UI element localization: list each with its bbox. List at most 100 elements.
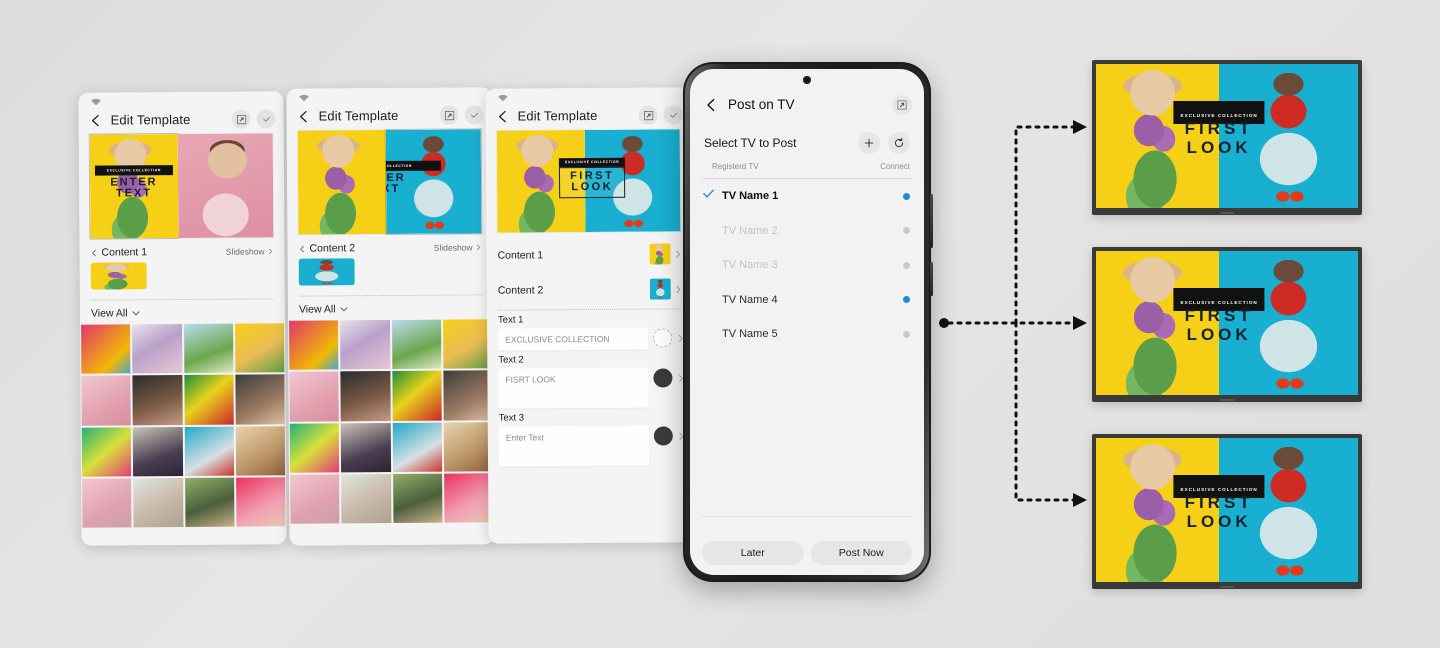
gallery-item[interactable]	[184, 477, 235, 527]
selected-thumbnail[interactable]	[298, 258, 355, 286]
color-swatch-3[interactable]	[653, 426, 673, 446]
gallery-item[interactable]	[183, 374, 234, 425]
gallery-item[interactable]	[234, 323, 285, 373]
selected-thumbnail[interactable]	[90, 262, 147, 290]
view-all-toggle[interactable]: View All	[80, 299, 285, 324]
preview-slot-right[interactable]: EXCLUSIVE COLLECTION ENTER TEXT	[385, 129, 482, 235]
gallery-item[interactable]	[391, 319, 442, 370]
select-tv-section-header: Select TV to Post	[690, 112, 924, 154]
plus-icon[interactable]	[858, 132, 880, 154]
expand-icon[interactable]	[892, 95, 912, 115]
tv-list-item-1[interactable]: TV Name 1	[690, 179, 924, 214]
tv-list-item-2[interactable]: TV Name 2	[690, 214, 924, 249]
gallery-item[interactable]	[391, 370, 442, 421]
gallery-grid[interactable]	[288, 319, 494, 524]
tv-list-item-4[interactable]: TV Name 4	[690, 283, 924, 318]
gallery-item[interactable]	[235, 425, 286, 476]
tv-headline: FIRST LOOK	[1184, 492, 1254, 531]
chevron-left-icon[interactable]	[297, 109, 311, 123]
chevron-left-icon[interactable]	[496, 109, 510, 123]
gallery-item[interactable]	[184, 426, 234, 476]
gallery-item[interactable]	[133, 426, 183, 477]
column-registered-tv: Registerd TV	[712, 162, 759, 171]
color-swatch-1[interactable]	[653, 328, 673, 348]
template-preview[interactable]: EXCLUSIVE COLLECTION ENTER TEXT	[88, 132, 275, 240]
template-preview[interactable]: EXCLUSIVE COLLECTION FIRST LOOK	[495, 128, 682, 234]
gallery-item[interactable]	[341, 473, 391, 524]
gallery-item[interactable]	[443, 370, 493, 421]
gallery-item[interactable]	[82, 478, 132, 528]
front-camera	[803, 76, 811, 84]
preview-slot-left[interactable]	[297, 130, 387, 235]
preview-slot-right[interactable]	[177, 133, 274, 239]
chevron-right-icon	[676, 250, 680, 258]
gallery-item[interactable]	[81, 426, 132, 477]
text-input-3[interactable]: Enter Text	[498, 425, 650, 467]
gallery-item[interactable]	[235, 477, 286, 527]
check-icon[interactable]	[464, 105, 484, 125]
chevron-left-icon[interactable]	[89, 113, 103, 127]
text-field-row[interactable]: EXCLUSIVE COLLECTION	[487, 327, 692, 351]
expand-icon[interactable]	[439, 105, 459, 125]
app-card-edit-template-1[interactable]: Edit Template EXCLUSIVE COLLECTION ENTER	[78, 91, 287, 546]
gallery-item[interactable]	[340, 320, 390, 370]
app-card-edit-template-3[interactable]: Edit Template EXCLUSIVE COLLECTION FIRST…	[485, 87, 694, 544]
content-thumbnail[interactable]	[649, 278, 671, 300]
text-input-1[interactable]: EXCLUSIVE COLLECTION	[498, 327, 649, 351]
text-field-label: Text 2	[498, 354, 524, 366]
scene: Edit Template EXCLUSIVE COLLECTION ENTER	[0, 0, 1440, 648]
gallery-grid[interactable]	[80, 323, 286, 528]
refresh-icon[interactable]	[888, 132, 910, 154]
gallery-item[interactable]	[290, 474, 340, 524]
view-all-toggle[interactable]: View All	[288, 295, 493, 320]
content-label: Content 1	[497, 248, 544, 262]
preview-slot-left[interactable]: EXCLUSIVE COLLECTION ENTER TEXT	[89, 134, 179, 239]
tv-list-item-5[interactable]: TV Name 5	[690, 317, 924, 352]
text-field-row[interactable]: Enter Text	[488, 425, 693, 467]
tv-screen: EXCLUSIVE COLLECTION FIRST LOOK	[1096, 438, 1358, 582]
gallery-item[interactable]	[442, 319, 493, 369]
check-icon[interactable]	[663, 105, 683, 125]
gallery-item[interactable]	[443, 473, 494, 523]
later-button[interactable]: Later	[702, 541, 804, 565]
gallery-item[interactable]	[133, 477, 183, 528]
tv-list-item-3[interactable]: TV Name 3	[690, 248, 924, 283]
chevron-left-icon[interactable]	[704, 98, 718, 112]
gallery-item[interactable]	[392, 473, 443, 523]
gallery-item[interactable]	[132, 375, 183, 425]
selected-thumb-strip[interactable]	[80, 259, 285, 295]
template-preview[interactable]: EXCLUSIVE COLLECTION ENTER TEXT	[296, 128, 483, 236]
gallery-item[interactable]	[340, 371, 391, 421]
gallery-item[interactable]	[392, 422, 442, 472]
post-now-button[interactable]: Post Now	[810, 541, 912, 565]
slideshow-action[interactable]: Slideshow	[226, 246, 274, 257]
gallery-item[interactable]	[132, 324, 182, 374]
app-card-edit-template-2[interactable]: Edit Template EXCLUSIVE COLLECTION	[286, 87, 495, 546]
gallery-item[interactable]	[235, 374, 285, 425]
gallery-item[interactable]	[183, 323, 234, 374]
content-nav-row[interactable]: Content 2 Slideshow	[287, 234, 492, 256]
gallery-item[interactable]	[289, 371, 339, 422]
gallery-item[interactable]	[81, 375, 131, 426]
gallery-item[interactable]	[81, 324, 131, 374]
color-swatch-2[interactable]	[653, 368, 673, 388]
gallery-item[interactable]	[443, 421, 494, 472]
gallery-item[interactable]	[340, 422, 391, 473]
card-header: Edit Template	[287, 105, 492, 129]
slideshow-action[interactable]: Slideshow	[434, 242, 482, 253]
expand-icon[interactable]	[231, 109, 251, 129]
check-icon[interactable]	[256, 109, 276, 129]
text-input-2[interactable]: FISRT LOOK	[498, 367, 649, 409]
selected-thumb-strip[interactable]	[288, 255, 493, 291]
tv-headline: FIRST LOOK	[1184, 118, 1254, 157]
gallery-item[interactable]	[289, 422, 340, 473]
content-nav-row[interactable]: Content 1 Slideshow	[79, 238, 284, 260]
content-row[interactable]: Content 1	[486, 236, 691, 272]
content-thumbnail[interactable]	[649, 243, 671, 265]
gallery-item[interactable]	[289, 320, 339, 370]
expand-icon[interactable]	[638, 105, 658, 125]
header-actions	[439, 105, 484, 125]
content-row[interactable]: Content 2	[487, 271, 692, 307]
text-field-row[interactable]: FISRT LOOK	[487, 367, 692, 409]
status-dot	[903, 227, 910, 235]
